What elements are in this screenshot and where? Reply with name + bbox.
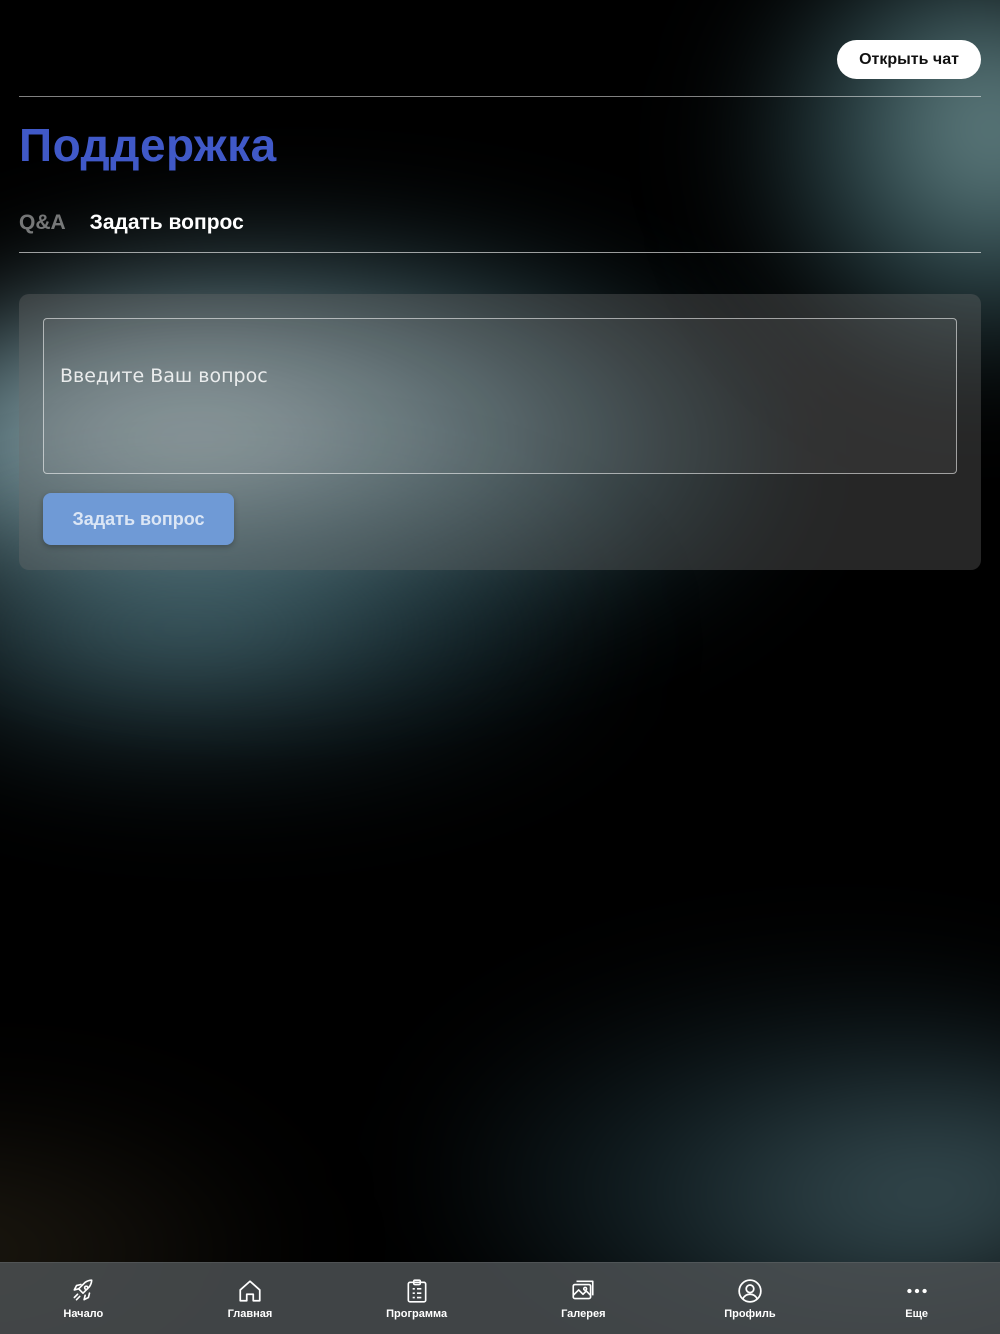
nav-item-gallery[interactable]: Галерея — [500, 1278, 666, 1320]
home-icon — [239, 1279, 261, 1302]
nav-label: Начало — [63, 1307, 104, 1320]
ask-question-button[interactable]: Задать вопрос — [43, 493, 234, 545]
tab-qa[interactable]: Q&A — [19, 200, 66, 252]
support-page: Открыть чат Поддержка Q&A Задать вопрос … — [0, 0, 1000, 1334]
rocket-icon — [73, 1278, 93, 1300]
clipboard-icon — [407, 1278, 427, 1303]
bottom-nav: Начало Главная Программа Галерея Профиль… — [0, 1262, 1000, 1334]
page-title: Поддержка — [19, 119, 277, 171]
nav-item-more[interactable]: Еще — [834, 1278, 1000, 1320]
tab-ask-question[interactable]: Задать вопрос — [90, 200, 244, 252]
gallery-icon — [572, 1279, 594, 1299]
nav-label: Еще — [905, 1307, 928, 1320]
open-chat-button[interactable]: Открыть чат — [837, 40, 981, 79]
profile-icon — [738, 1278, 762, 1303]
nav-label: Профиль — [724, 1307, 776, 1320]
header: Открыть чат — [19, 40, 981, 97]
nav-label: Программа — [386, 1307, 448, 1320]
nav-item-start[interactable]: Начало — [0, 1278, 166, 1320]
more-icon — [906, 1288, 927, 1293]
tabs: Q&A Задать вопрос — [19, 200, 981, 253]
nav-label: Главная — [227, 1307, 273, 1320]
question-card: Задать вопрос — [19, 294, 981, 570]
nav-item-home[interactable]: Главная — [167, 1278, 333, 1320]
nav-item-program[interactable]: Программа — [334, 1278, 500, 1320]
question-input[interactable] — [43, 318, 957, 474]
nav-item-profile[interactable]: Профиль — [667, 1278, 833, 1320]
nav-label: Галерея — [561, 1307, 606, 1320]
